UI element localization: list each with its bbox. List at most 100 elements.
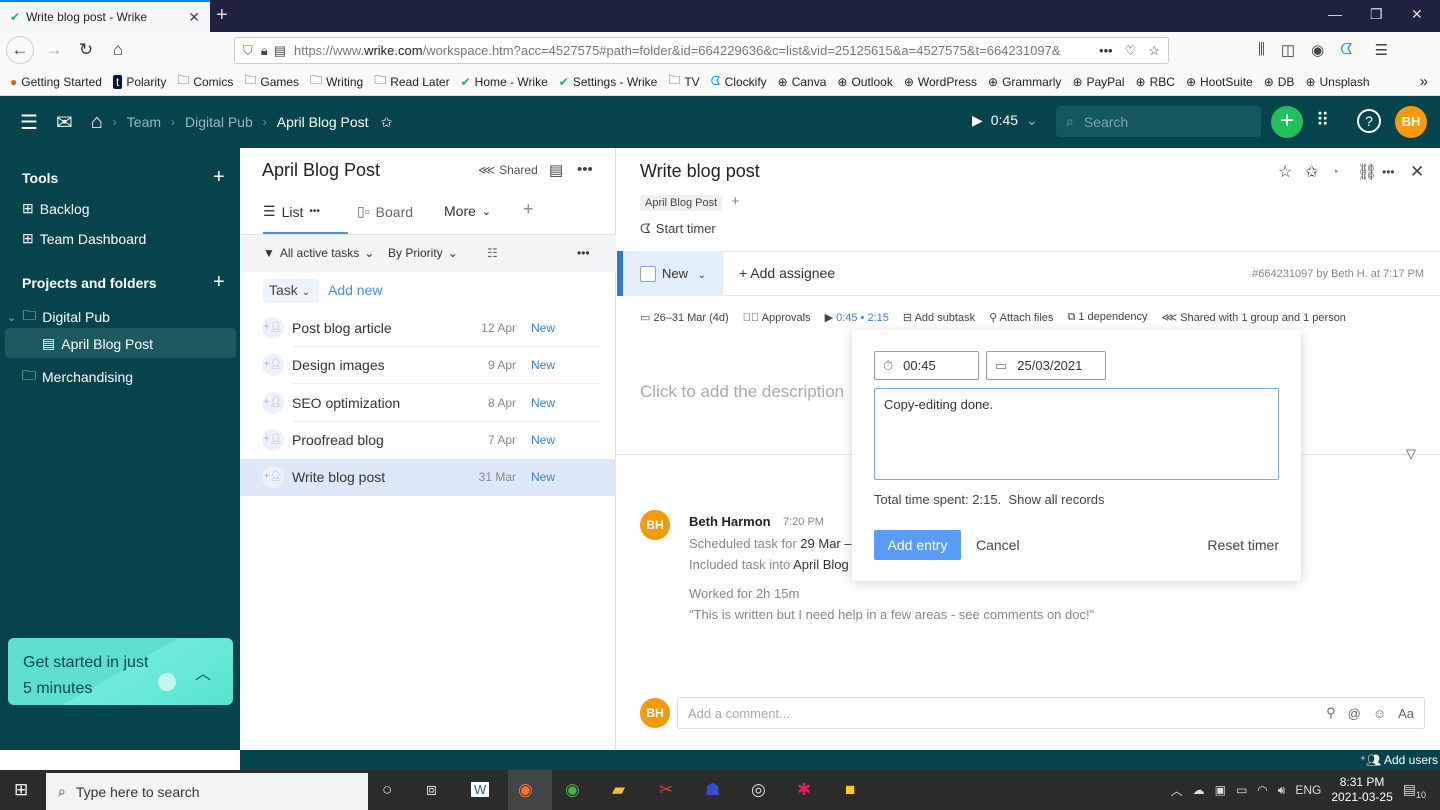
help-icon[interactable]: ? <box>1357 109 1381 133</box>
tab-options-icon[interactable]: ••• <box>309 206 320 217</box>
bookmark[interactable]: ✔ Settings - Wrike <box>559 75 658 89</box>
status-label[interactable]: New ⌄ <box>662 266 706 281</box>
create-new-button[interactable]: + <box>1271 106 1303 138</box>
home-icon[interactable]: ⌂ <box>104 40 132 60</box>
user-avatar[interactable]: BH <box>1395 106 1427 138</box>
file-explorer-icon[interactable]: ▰ <box>612 780 625 800</box>
sidebar-item-team-dashboard[interactable]: ⊞ Team Dashboard <box>22 230 146 247</box>
task-row-selected[interactable]: +👤︎ Write blog post 31 Mar New <box>240 459 616 496</box>
sidebar-toggle-icon[interactable]: ◫ <box>1281 41 1295 59</box>
more-icon[interactable]: ••• <box>1099 43 1113 58</box>
add-entry-button[interactable]: Add entry <box>874 530 961 560</box>
bookmark[interactable]: 🗀 Comics <box>177 71 233 92</box>
assign-icon[interactable]: +👤︎ <box>262 392 284 414</box>
task-title[interactable]: Write blog post <box>640 161 760 182</box>
task-status[interactable]: New <box>531 433 555 447</box>
add-view-icon[interactable]: + <box>523 199 534 220</box>
bookmark[interactable]: ⊕ DB <box>1264 75 1295 89</box>
account-icon[interactable]: ◉ <box>1311 41 1324 59</box>
more-options-icon[interactable]: ••• <box>577 161 593 178</box>
bookmark[interactable]: 🗀 Read Later <box>374 71 449 92</box>
text-format-icon[interactable]: Aa <box>1398 706 1414 721</box>
task-row[interactable]: +👤︎ SEO optimization 8 Apr New <box>240 385 616 422</box>
task-status[interactable]: New <box>531 470 555 484</box>
close-tab-icon[interactable]: ✕ <box>188 9 200 26</box>
shared-with-button[interactable]: ⋘ Shared with 1 group and 1 person <box>1161 311 1345 324</box>
sidebar-item-merchandising[interactable]: 🗀 Merchandising <box>22 365 133 389</box>
approvals-button[interactable]: ✓⃝ Approvals <box>743 312 811 324</box>
add-new-task-link[interactable]: Add new <box>328 282 382 298</box>
add-assignee-button[interactable]: + Add assignee <box>739 265 835 281</box>
home-icon[interactable]: ⌂ <box>91 111 103 134</box>
bookmark[interactable]: ⊕ Grammarly <box>988 75 1061 89</box>
bookmark[interactable]: ⊕ Outlook <box>837 75 892 89</box>
firefox-icon[interactable]: ◉ <box>518 780 533 800</box>
obs-icon[interactable]: ◎ <box>751 780 766 800</box>
wifi-icon[interactable]: ◠ <box>1257 783 1267 797</box>
hamburger-menu-icon[interactable]: ☰ <box>20 110 38 135</box>
chevron-down-icon[interactable]: ⌄ <box>7 311 16 324</box>
cortana-icon[interactable]: ○ <box>382 780 392 800</box>
sidebar-item-backlog[interactable]: ⊞ Backlog <box>22 200 90 217</box>
bookmark[interactable]: ⊕ PayPal <box>1072 75 1124 89</box>
snipping-tool-icon[interactable]: ✂ <box>659 780 673 800</box>
bookmark-star-icon[interactable]: ☆ <box>1148 43 1160 59</box>
shared-button[interactable]: ⋘ Shared <box>478 163 538 177</box>
dependency-button[interactable]: ⧉ 1 dependency <box>1067 311 1147 324</box>
library-icon[interactable]: ⫼ <box>1258 41 1265 59</box>
parent-folder-tag[interactable]: April Blog Post <box>640 195 723 211</box>
start-timer-button[interactable]: ᗧ Start timer <box>640 221 716 237</box>
close-window-icon[interactable]: ✕ <box>1411 6 1423 23</box>
language-indicator[interactable]: ENG <box>1295 783 1321 797</box>
slack-icon[interactable]: ✱ <box>797 780 811 800</box>
reload-icon[interactable]: ↻ <box>72 40 100 60</box>
project-info-icon[interactable]: ▤ <box>549 161 563 179</box>
activity-value[interactable]: April Blog <box>793 557 849 572</box>
notifications-icon[interactable]: ▤10 <box>1403 781 1426 800</box>
checklist-icon[interactable]: ☷ <box>487 246 498 260</box>
bookmark[interactable]: ● Getting Started <box>10 75 102 89</box>
chrome-icon[interactable]: ◉ <box>565 780 580 800</box>
filter-more-icon[interactable]: ••• <box>577 246 590 260</box>
task-status[interactable]: New <box>531 396 555 410</box>
add-tag-icon[interactable]: + <box>731 193 740 210</box>
tab-list[interactable]: ☰ List ••• <box>263 203 320 220</box>
bookmark[interactable]: ⊕ RBC <box>1136 75 1175 89</box>
task-row[interactable]: +👤︎ Proofread blog 7 Apr New <box>240 422 616 459</box>
task-view-icon[interactable]: ⧈ <box>426 780 437 800</box>
chevron-up-icon[interactable]: ︿ <box>195 660 211 684</box>
time-tracking[interactable]: ▶ 0:45 • 2:15 <box>825 311 889 324</box>
back-icon[interactable]: ← <box>6 36 34 64</box>
windows-start-icon[interactable]: ⊞ <box>14 780 28 800</box>
task-row[interactable]: +👤︎ Post blog article 12 Apr New <box>240 310 616 347</box>
pocket-icon[interactable]: ♡ <box>1125 43 1137 59</box>
battery-icon[interactable]: ▭ <box>1236 783 1247 797</box>
pin-icon[interactable]: ✩ <box>1305 162 1318 182</box>
tab-board[interactable]: ▯▫ Board <box>357 203 413 220</box>
add-tool-icon[interactable]: + <box>213 166 225 189</box>
windows-search-input[interactable]: ⌕ Type here to search <box>46 773 368 810</box>
add-users-button[interactable]: ⁺👥︎ Add users <box>1360 753 1440 767</box>
comment-input[interactable]: Add a comment... ⚲ @ ☺ Aa <box>677 697 1425 729</box>
task-status[interactable]: New <box>531 358 555 372</box>
task-status[interactable]: New <box>531 321 555 335</box>
duration-input[interactable]: ⏱︎ 00:45 <box>874 351 979 380</box>
assign-icon[interactable]: +👤︎ <box>262 466 284 488</box>
minimize-icon[interactable]: — <box>1328 6 1342 22</box>
app-icon[interactable]: ☗ <box>705 780 720 800</box>
sort-by-priority[interactable]: By Priority ⌄ <box>388 246 458 260</box>
cancel-button[interactable]: Cancel <box>976 537 1020 553</box>
bookmark[interactable]: ⊕ WordPress <box>904 75 977 89</box>
tab-more[interactable]: More ⌄ <box>444 203 491 219</box>
sidebar-item-digital-pub[interactable]: ⌄ 🗀 Digital Pub <box>7 305 110 329</box>
add-subtask-button[interactable]: ⊟ Add subtask <box>903 311 975 324</box>
date-input[interactable]: ▭ 25/03/2021 <box>986 351 1106 380</box>
emoji-icon[interactable]: ☺ <box>1373 706 1386 721</box>
bookmark[interactable]: ✔ Home - Wrike <box>461 75 548 89</box>
menu-icon[interactable]: ☰ <box>1375 41 1388 59</box>
word-icon[interactable]: W <box>471 782 490 797</box>
bookmark[interactable]: 🗀 TV <box>668 71 699 92</box>
bookmark[interactable]: ᗧ Clockify <box>711 74 767 89</box>
more-icon[interactable]: ••• <box>1382 165 1395 179</box>
bookmark[interactable]: t Polarity <box>112 74 166 89</box>
